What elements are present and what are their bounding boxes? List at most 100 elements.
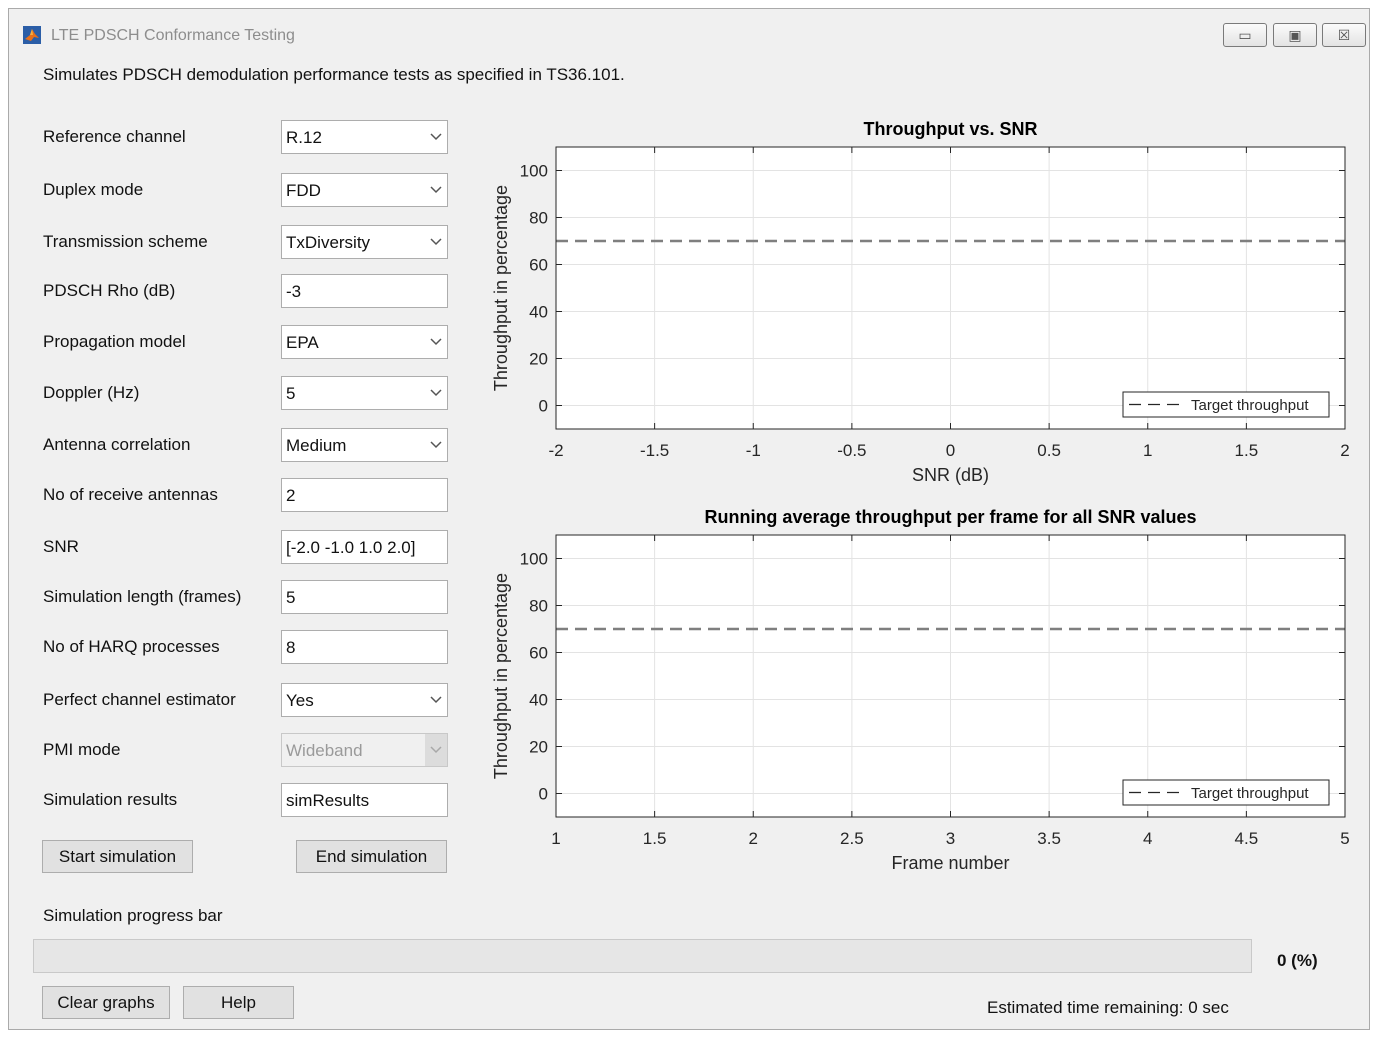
chevron-down-icon [425, 121, 447, 153]
x-tick-label: 2.5 [840, 829, 864, 848]
chevron-down-icon [425, 174, 447, 206]
y-tick-label: 80 [529, 597, 548, 616]
running-average-chart: 1 1.5 2 2.5 3 3.5 4 4.5 5 0 20 40 60 80 100 Target thro… [479, 497, 1369, 877]
estimated-time-remaining: Estimated time remaining: 0 sec [987, 998, 1229, 1017]
chart-svg: -2 -1.5 -1 -0.5 0 0.5 1 1.5 2020406080100Target … [491, 119, 1350, 485]
no-of-harq-processes-label: No of HARQ processes [43, 637, 220, 656]
x-tick-label: -1.5 [640, 441, 669, 460]
y-axis-label: Throughput in percentage [491, 573, 511, 779]
x-tick-label: -2 [548, 441, 563, 460]
maximize-button[interactable]: ▣ [1273, 23, 1317, 47]
x-tick-label: 1 [1143, 441, 1152, 460]
title-bar: LTE PDSCH Conformance Testing ▭ ▣ ☒ [9, 9, 1369, 57]
transmission-scheme-label: Transmission scheme [43, 232, 208, 251]
chart-title: Running average throughput per frame for… [704, 507, 1196, 527]
start-simulation-button[interactable]: Start simulation [42, 840, 193, 873]
doppler-hz-label: Doppler (Hz) [43, 383, 140, 402]
doppler-hz-value: 5 [286, 384, 296, 403]
minimize-button[interactable]: ▭ [1223, 23, 1267, 47]
y-tick-label: 80 [529, 209, 548, 228]
pdsch-rho-db-label: PDSCH Rho (dB) [43, 281, 176, 300]
transmission-scheme-dropdown[interactable]: TxDiversity [281, 225, 448, 259]
x-tick-label: 1 [551, 829, 560, 848]
x-tick-label: -1 [746, 441, 761, 460]
doppler-hz-dropdown[interactable]: 5 [281, 376, 448, 410]
no-of-receive-antennas-input[interactable]: 2 [281, 478, 448, 512]
legend-label: Target throughput [1191, 785, 1309, 802]
chevron-down-icon [425, 429, 447, 461]
y-tick-label: 20 [529, 738, 548, 757]
progress-percent: 0 (%) [1277, 951, 1318, 970]
legend: Target throughput [1122, 779, 1330, 806]
x-tick-label: 4.5 [1235, 829, 1259, 848]
duplex-mode-value: FDD [286, 181, 321, 200]
simulation-results-value: simResults [286, 791, 370, 810]
progress-label: Simulation progress bar [43, 906, 223, 925]
simulation-length-frames-value: 5 [286, 588, 296, 607]
x-tick-label: 0 [946, 441, 955, 460]
x-tick-label: 1.5 [643, 829, 667, 848]
simulation-length-frames-label: Simulation length (frames) [43, 587, 242, 606]
chart-title: Throughput vs. SNR [864, 119, 1038, 139]
x-tick-label: 2 [1340, 441, 1349, 460]
chevron-down-icon [425, 377, 447, 409]
y-tick-label: 0 [539, 397, 548, 416]
propagation-model-label: Propagation model [43, 332, 186, 351]
perfect-channel-estimator-value: Yes [286, 691, 314, 710]
antenna-correlation-label: Antenna correlation [43, 435, 191, 454]
x-tick-label: 0.5 [1037, 441, 1061, 460]
duplex-mode-label: Duplex mode [43, 180, 144, 199]
snr-input[interactable]: [-2.0 -1.0 1.0 2.0] [281, 530, 448, 564]
maximize-icon: ▣ [1288, 27, 1302, 43]
perfect-channel-estimator-dropdown[interactable]: Yes [281, 683, 448, 717]
antenna-correlation-value: Medium [286, 436, 347, 455]
x-tick-label: -0.5 [837, 441, 866, 460]
simulation-results-label: Simulation results [43, 790, 178, 809]
reference-channel-label: Reference channel [43, 127, 186, 146]
clear-graphs-button[interactable]: Clear graphs [42, 986, 170, 1019]
window-title: LTE PDSCH Conformance Testing [51, 27, 295, 44]
simulation-length-frames-input[interactable]: 5 [281, 580, 448, 614]
x-tick-label: 4 [1143, 829, 1152, 848]
help-button[interactable]: Help [183, 986, 294, 1019]
app-window: LTE PDSCH Conformance Testing ▭ ▣ ☒ Simu… [8, 8, 1370, 1030]
minimize-icon: ▭ [1238, 27, 1252, 43]
y-tick-label: 60 [529, 644, 548, 663]
pdsch-rho-db-input[interactable]: -3 [281, 274, 448, 308]
close-icon: ☒ [1337, 27, 1351, 43]
simulation-results-input[interactable]: simResults [281, 783, 448, 817]
chevron-down-icon [425, 326, 447, 358]
x-tick-label: 1.5 [1235, 441, 1259, 460]
no-of-harq-processes-value: 8 [286, 638, 296, 657]
y-axis-label: Throughput in percentage [491, 185, 511, 391]
progress-bar [33, 939, 1252, 973]
y-tick-label: 60 [529, 256, 548, 275]
propagation-model-value: EPA [286, 333, 319, 352]
propagation-model-dropdown[interactable]: EPA [281, 325, 448, 359]
matlab-logo-icon [23, 26, 41, 44]
chevron-down-icon [425, 734, 447, 766]
x-tick-label: 5 [1340, 829, 1349, 848]
y-tick-label: 100 [520, 550, 548, 569]
reference-channel-value: R.12 [286, 128, 322, 147]
transmission-scheme-value: TxDiversity [286, 233, 371, 252]
snr-value: [-2.0 -1.0 1.0 2.0] [286, 538, 416, 557]
pmi-mode-value: Wideband [286, 741, 363, 760]
duplex-mode-dropdown[interactable]: FDD [281, 173, 448, 207]
y-tick-label: 40 [529, 303, 548, 322]
antenna-correlation-dropdown[interactable]: Medium [281, 428, 448, 462]
end-simulation-button[interactable]: End simulation [296, 840, 447, 873]
x-tick-label: 3.5 [1037, 829, 1061, 848]
close-button[interactable]: ☒ [1322, 23, 1366, 47]
chevron-down-icon [425, 226, 447, 258]
reference-channel-dropdown[interactable]: R.12 [281, 120, 448, 154]
y-tick-label: 100 [520, 162, 548, 181]
y-tick-label: 20 [529, 350, 548, 369]
no-of-harq-processes-input[interactable]: 8 [281, 630, 448, 664]
perfect-channel-estimator-label: Perfect channel estimator [43, 690, 236, 709]
chart-svg: 1 1.5 2 2.5 3 3.5 4 4.5 5 0 20 40 60 80 100 Target thro… [491, 507, 1350, 873]
pdsch-rho-db-value: -3 [286, 282, 302, 301]
y-tick-label: 0 [539, 785, 548, 804]
x-tick-label: 2 [749, 829, 758, 848]
x-tick-label: 3 [946, 829, 955, 848]
